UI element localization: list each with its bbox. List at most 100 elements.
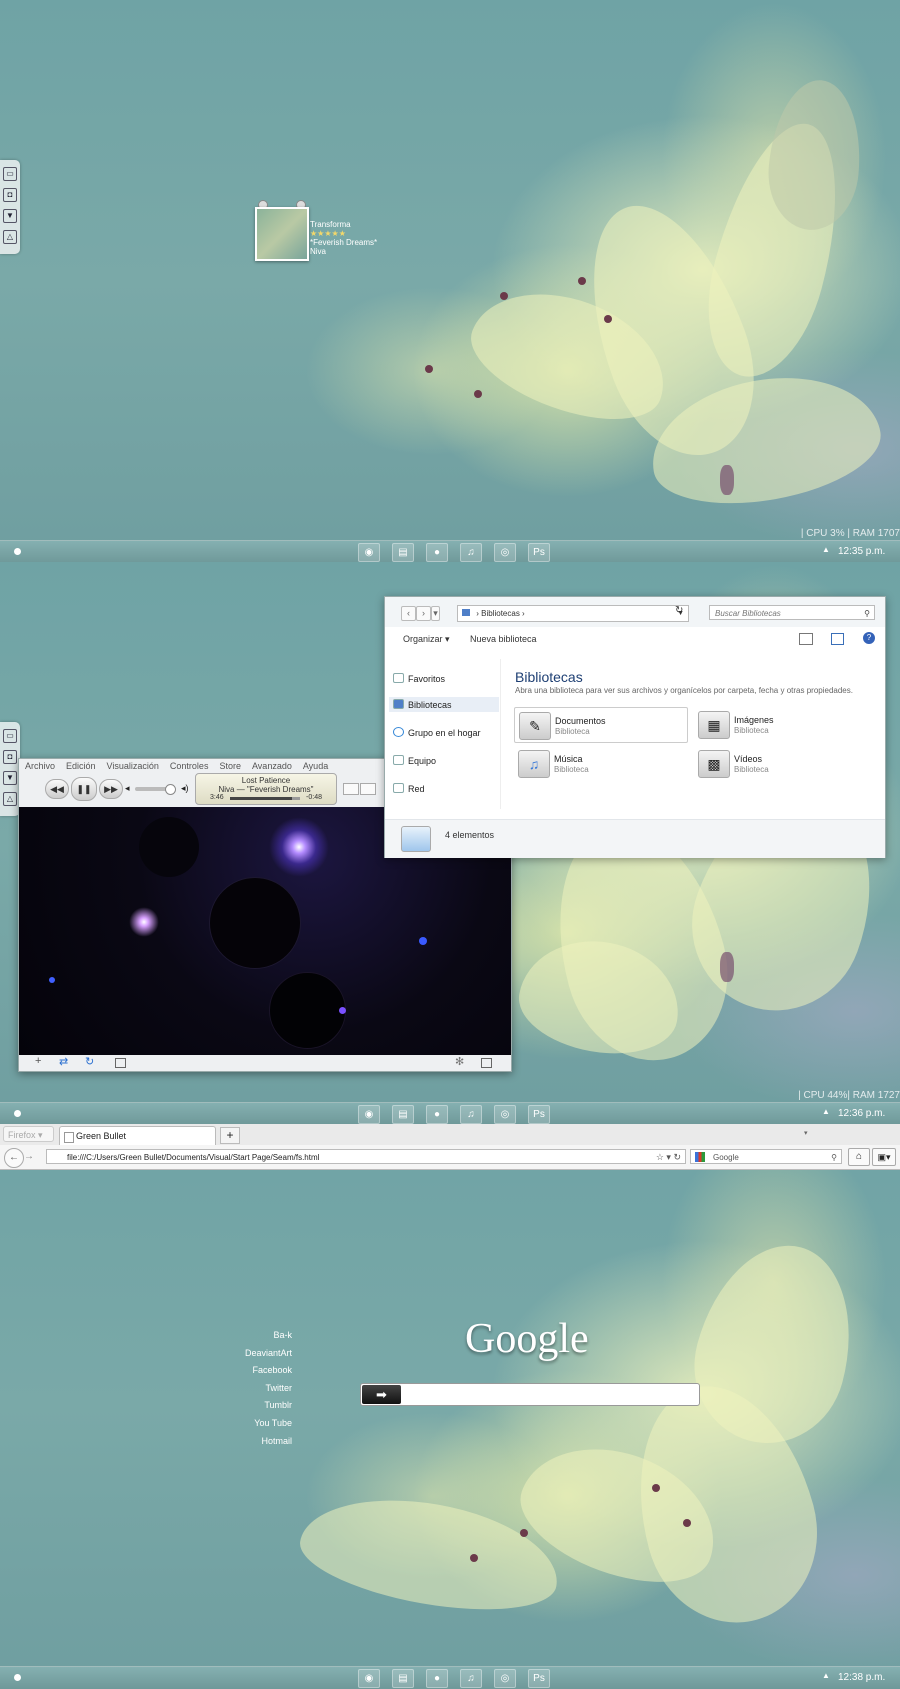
nav-red[interactable]: Red	[393, 783, 425, 794]
forward-icon[interactable]: ›	[416, 606, 431, 621]
visualizer-settings-icon[interactable]: ✻	[455, 1055, 464, 1068]
back-icon[interactable]: ‹	[401, 606, 416, 621]
camera-icon[interactable]: ◎	[494, 543, 516, 562]
search-input[interactable]: Buscar Bibliotecas ⚲	[709, 605, 875, 620]
list-view-icon[interactable]	[343, 783, 359, 795]
menu-edicion[interactable]: Edición	[66, 761, 96, 771]
browser-icon[interactable]: ◉	[358, 1105, 380, 1124]
new-library-button[interactable]: Nueva biblioteca	[470, 634, 537, 644]
fast-forward-button[interactable]: ▶▶	[99, 779, 123, 799]
link-hotmail[interactable]: Hotmail	[200, 1433, 292, 1451]
recent-dropdown-icon[interactable]: ▾	[431, 606, 440, 621]
link-ba-k[interactable]: Ba-k	[200, 1327, 292, 1345]
view-options-icon[interactable]	[799, 633, 813, 645]
link-facebook[interactable]: Facebook	[200, 1362, 292, 1380]
down-arrow-icon[interactable]: ▼	[3, 771, 17, 785]
computer-icon[interactable]: ▭	[3, 729, 17, 743]
start-button[interactable]	[14, 548, 21, 555]
camera-icon[interactable]: ◎	[494, 1669, 516, 1688]
tab-green-bullet[interactable]: Green Bullet	[59, 1126, 216, 1145]
user-icon[interactable]: ●	[426, 543, 448, 562]
menu-ayuda[interactable]: Ayuda	[303, 761, 328, 771]
clock[interactable]: 12:35 p.m.	[838, 546, 885, 557]
shuffle-icon[interactable]: ⇄	[59, 1055, 68, 1068]
library-imagenes[interactable]: ▦ Imágenes Biblioteca	[694, 707, 869, 741]
menu-archivo[interactable]: Archivo	[25, 761, 55, 771]
eject-icon[interactable]: △	[3, 230, 17, 244]
camera-icon[interactable]: ◘	[3, 188, 17, 202]
explorer-icon[interactable]: ▤	[392, 1669, 414, 1688]
grid-view-icon[interactable]	[360, 783, 376, 795]
eject-icon[interactable]	[115, 1058, 126, 1068]
nav-equipo[interactable]: Equipo	[393, 755, 436, 766]
nav-favoritos[interactable]: Favoritos	[393, 673, 445, 684]
google-search-box[interactable]: ➡	[360, 1383, 700, 1406]
link-youtube[interactable]: You Tube	[200, 1415, 292, 1433]
nav-grupo-hogar[interactable]: Grupo en el hogar	[393, 727, 481, 738]
camera-icon[interactable]: ◘	[3, 750, 17, 764]
user-icon[interactable]: ●	[426, 1669, 448, 1688]
pause-button[interactable]: ❚❚	[71, 777, 97, 801]
start-button[interactable]	[14, 1110, 21, 1117]
link-deviantart[interactable]: DeaviantArt	[200, 1345, 292, 1363]
bookmarks-menu-button[interactable]: ▣▾	[872, 1148, 896, 1166]
nav-bibliotecas[interactable]: Bibliotecas	[389, 697, 499, 712]
tab-list-icon[interactable]: ▾	[804, 1129, 808, 1137]
firefox-menu-button[interactable]: Firefox ▾	[3, 1126, 54, 1142]
start-button[interactable]	[14, 1674, 21, 1681]
link-tumblr[interactable]: Tumblr	[200, 1397, 292, 1415]
menu-controles[interactable]: Controles	[170, 761, 209, 771]
home-button[interactable]: ⌂	[848, 1148, 870, 1166]
explorer-icon[interactable]: ▤	[392, 543, 414, 562]
down-arrow-icon[interactable]: ▼	[3, 209, 17, 223]
clock[interactable]: 12:36 p.m.	[838, 1108, 885, 1119]
rating-stars[interactable]: ★★★★★	[310, 229, 377, 238]
explorer-icon[interactable]: ▤	[392, 1105, 414, 1124]
bookmark-star-icon[interactable]: ☆ ▾ ↻	[656, 1150, 681, 1165]
tray-arrow-icon[interactable]: ▲	[822, 545, 830, 554]
library-musica[interactable]: ♫ Música Biblioteca	[514, 746, 689, 780]
add-icon[interactable]: +	[35, 1055, 41, 1067]
search-bar[interactable]: Google ⚲	[690, 1149, 842, 1164]
photoshop-icon[interactable]: Ps	[528, 1105, 550, 1124]
library-documentos[interactable]: ✎ Documentos Biblioteca	[514, 707, 688, 743]
search-icon[interactable]: ⚲	[831, 1150, 837, 1165]
help-icon[interactable]: ?	[863, 632, 875, 644]
user-icon[interactable]: ●	[426, 1105, 448, 1124]
preview-pane-icon[interactable]	[831, 633, 844, 645]
eject-icon[interactable]: △	[3, 792, 17, 806]
tray-arrow-icon[interactable]: ▲	[822, 1107, 830, 1116]
rewind-button[interactable]: ◀◀	[45, 779, 69, 799]
track-progress[interactable]	[230, 797, 300, 800]
music-icon[interactable]: ♫	[460, 1105, 482, 1124]
photoshop-icon[interactable]: Ps	[528, 1669, 550, 1688]
volume-slider[interactable]	[135, 784, 176, 795]
menu-store[interactable]: Store	[219, 761, 241, 771]
music-icon[interactable]: ♫	[460, 543, 482, 562]
address-field[interactable]: › Bibliotecas › ▼	[457, 605, 689, 622]
search-icon[interactable]: ⚲	[864, 606, 870, 621]
photoshop-icon[interactable]: Ps	[528, 543, 550, 562]
camera-icon[interactable]: ◎	[494, 1105, 516, 1124]
clock[interactable]: 12:38 p.m.	[838, 1672, 885, 1683]
google-icon[interactable]	[695, 1152, 705, 1162]
url-bar[interactable]: file:///C:/Users/Green Bullet/Documents/…	[46, 1149, 686, 1164]
tray-arrow-icon[interactable]: ▲	[822, 1671, 830, 1680]
menu-avanzado[interactable]: Avanzado	[252, 761, 292, 771]
breadcrumb[interactable]: Bibliotecas	[481, 609, 520, 618]
refresh-icon[interactable]: ↻	[675, 605, 683, 616]
organize-button[interactable]: Organizar ▾	[403, 634, 450, 645]
menu-visualizacion[interactable]: Visualización	[107, 761, 159, 771]
browser-icon[interactable]: ◉	[358, 1669, 380, 1688]
search-go-button[interactable]: ➡	[362, 1385, 401, 1404]
computer-icon[interactable]: ▭	[3, 167, 17, 181]
forward-button[interactable]: →	[24, 1151, 34, 1162]
repeat-icon[interactable]: ↻	[85, 1055, 94, 1068]
back-button[interactable]: ←	[4, 1148, 24, 1168]
link-twitter[interactable]: Twitter	[200, 1380, 292, 1398]
fullscreen-icon[interactable]	[481, 1058, 492, 1068]
browser-icon[interactable]: ◉	[358, 543, 380, 562]
music-icon[interactable]: ♫	[460, 1669, 482, 1688]
library-videos[interactable]: ▩ Vídeos Biblioteca	[694, 746, 869, 780]
new-tab-button[interactable]: +	[220, 1127, 240, 1144]
